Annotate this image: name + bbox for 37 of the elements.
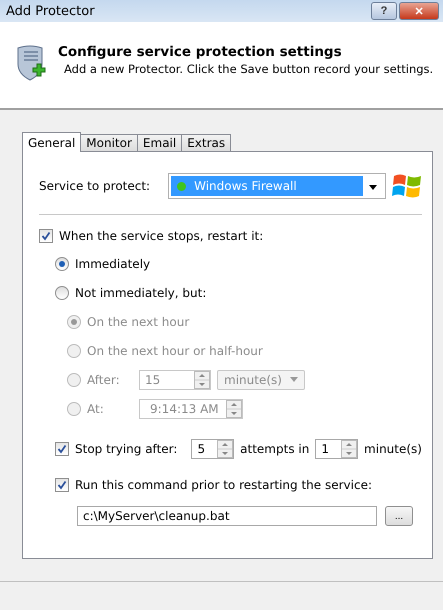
checkbox[interactable] [55,478,69,492]
field-label: attempts in [240,442,310,456]
spinner-icon[interactable] [194,370,210,388]
browse-button[interactable]: ... [385,506,413,526]
radio-label: At: [87,402,105,416]
header-title: Configure service protection settings [58,44,343,60]
radio-button[interactable] [55,256,69,270]
radio-label: After: [87,372,121,386]
window-title: Add Protector [6,4,96,18]
field-label: minute(s) [364,442,422,456]
radio-label: Not immediately, but: [75,286,206,300]
radio-label: On the next hour or half-hour [87,344,263,358]
radio-label: Immediately [75,256,150,270]
command-field[interactable]: c:\MyServer\cleanup.bat [77,506,377,526]
help-button[interactable]: ? [371,2,397,20]
caret-icon [369,185,377,190]
checkbox-label: Run this command prior to restarting the service: [75,478,372,492]
tab[interactable]: General [22,132,82,152]
shield-icon [16,44,46,82]
spinner-icon[interactable] [226,400,242,418]
tab[interactable]: Monitor [80,134,138,152]
checkbox[interactable] [39,229,53,243]
spinner-icon[interactable] [217,440,234,458]
tab[interactable]: Email [136,134,182,152]
spinner-icon[interactable] [341,440,358,458]
number-field[interactable]: 1 [315,439,358,459]
checkbox-label: Stop trying after: [75,442,178,456]
checkbox[interactable] [55,442,69,456]
selected-service: Windows Firewall [194,179,297,193]
header-subtitle: Add a new Protector. Click the Save button record your settings. [64,62,434,76]
tab[interactable]: Extras [181,134,232,152]
caret-icon [290,377,298,382]
radio-button[interactable] [55,286,69,300]
field-label: Service to protect: [39,179,150,193]
number-field[interactable]: 5 [191,439,234,459]
radio-label: On the next hour [87,314,190,328]
checkbox-label: When the service stops, restart it: [59,229,264,243]
